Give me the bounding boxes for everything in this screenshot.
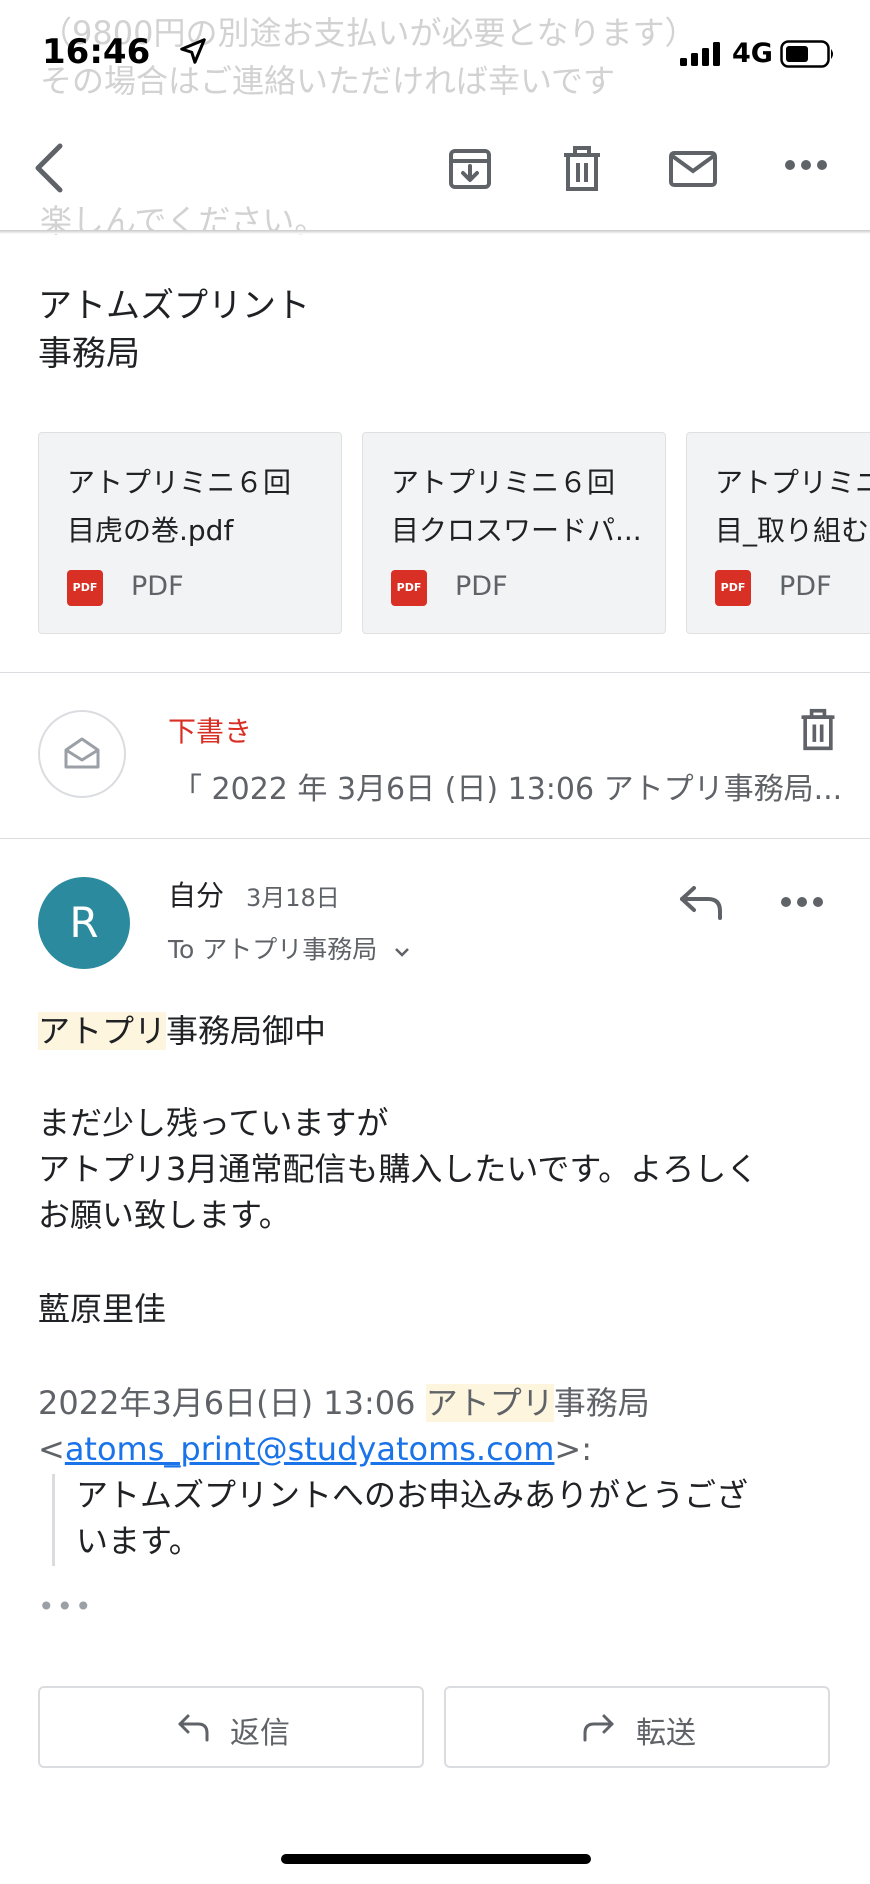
highlight: アトプリ	[425, 1384, 554, 1422]
divider	[0, 838, 870, 839]
quote-header: 2022年3月6日(日) 13:06 アトプリ事務局 <atoms_print@…	[38, 1380, 650, 1472]
attachment-type: PDF	[455, 571, 508, 602]
quote-bar	[52, 1474, 55, 1566]
attachment-name-line2: 目_取り組む	[715, 514, 870, 547]
mail-icon[interactable]	[668, 145, 718, 193]
email-link[interactable]: atoms_print@studyatoms.com	[65, 1430, 555, 1468]
message-line: お願い致します。	[38, 1196, 291, 1234]
sender-department: 事務局	[38, 334, 140, 374]
reply-icon[interactable]	[678, 882, 726, 922]
quote-gt: >:	[554, 1430, 593, 1468]
attachment-type: PDF	[779, 571, 832, 602]
sender-block: アトムズプリント 事務局	[38, 282, 310, 378]
attachment-name: アトプリミニ６回 目クロスワードパ...	[391, 459, 642, 555]
forward-icon	[583, 1714, 614, 1742]
chevron-down-icon	[395, 948, 410, 957]
signature: 藍原里佳	[38, 1290, 167, 1328]
more-icon[interactable]	[784, 158, 828, 172]
attachment-name: アトプリミニ６回 目虎の巻.pdf	[67, 459, 291, 555]
show-trimmed-content[interactable]: •••	[38, 1590, 94, 1623]
quote-lt: <	[38, 1430, 65, 1468]
draft-snippet[interactable]: 「 2022 年 3月6日 (日) 13:06 アトプリ事務局...	[172, 764, 842, 808]
message-more-icon[interactable]	[780, 895, 824, 909]
reply-icon	[178, 1714, 209, 1742]
attachment-card[interactable]: アトプリミニ６回 目虎の巻.pdf PDF PDF	[38, 432, 342, 634]
draft-avatar	[38, 710, 126, 798]
forward-button-label: 転送	[636, 1716, 696, 1751]
back-icon[interactable]	[30, 140, 70, 196]
attachment-name: アトプリミニ 目_取り組む	[715, 459, 870, 555]
reply-button[interactable]: 返信	[38, 1686, 424, 1768]
attachment-name-line1: アトプリミニ６回	[67, 466, 292, 499]
message-line: アトプリ3月通常配信も購入したいです。よろしく	[38, 1150, 759, 1188]
attachment-name-line1: アトプリミニ	[715, 466, 870, 499]
sender-name: アトムズプリント	[38, 286, 310, 326]
network-type: 4G	[732, 38, 773, 69]
message-greeting: アトプリ事務局御中	[38, 1008, 326, 1054]
forward-button[interactable]: 転送	[444, 1686, 830, 1768]
toolbar-shadow	[0, 230, 870, 234]
highlight: アトプリ	[38, 1012, 167, 1050]
draft-trash-icon[interactable]	[796, 706, 840, 754]
quote-line: います。	[76, 1522, 201, 1560]
trash-icon[interactable]	[558, 145, 606, 193]
location-icon	[180, 38, 206, 64]
attachment-card[interactable]: アトプリミニ 目_取り組む PDF PDF	[686, 432, 870, 634]
toolbar	[0, 110, 870, 230]
pdf-icon: PDF	[67, 570, 103, 606]
draft-label: 下書き	[168, 715, 253, 748]
message-to: To アトプリ事務局	[168, 935, 378, 964]
status-bar: 16:46 4G	[0, 0, 870, 110]
quote-body: アトムズプリントへのお申込みありがとうござ います。	[76, 1472, 748, 1564]
message-line: まだ少し残っていますが	[38, 1104, 389, 1142]
recipient-toggle[interactable]: To アトプリ事務局	[168, 930, 411, 966]
attachment-name-line2: 目クロスワードパ...	[391, 514, 642, 547]
pdf-icon: PDF	[391, 570, 427, 606]
home-indicator[interactable]	[281, 1854, 591, 1864]
signal-icon	[680, 42, 720, 66]
divider	[0, 672, 870, 673]
status-time: 16:46	[42, 32, 151, 72]
draft-mail-icon	[64, 737, 100, 769]
attachment-name-line2: 目虎の巻.pdf	[67, 514, 234, 547]
greeting-rest: 事務局御中	[166, 1012, 327, 1050]
quote-line: アトムズプリントへのお申込みありがとうござ	[76, 1476, 749, 1514]
battery-icon	[780, 40, 833, 68]
attachment-type: PDF	[131, 571, 184, 602]
quote-sender: 事務局	[553, 1384, 650, 1422]
message-from: 自分	[168, 879, 225, 912]
attachment-name-line1: アトプリミニ６回	[391, 466, 616, 499]
pdf-icon: PDF	[715, 570, 751, 606]
avatar: R	[38, 877, 130, 969]
message-date: 3月18日	[246, 884, 340, 912]
attachment-card[interactable]: アトプリミニ６回 目クロスワードパ... PDF PDF	[362, 432, 666, 634]
archive-icon[interactable]	[446, 145, 494, 193]
reply-button-label: 返信	[230, 1716, 290, 1751]
quote-date: 2022年3月6日(日) 13:06	[38, 1384, 426, 1422]
